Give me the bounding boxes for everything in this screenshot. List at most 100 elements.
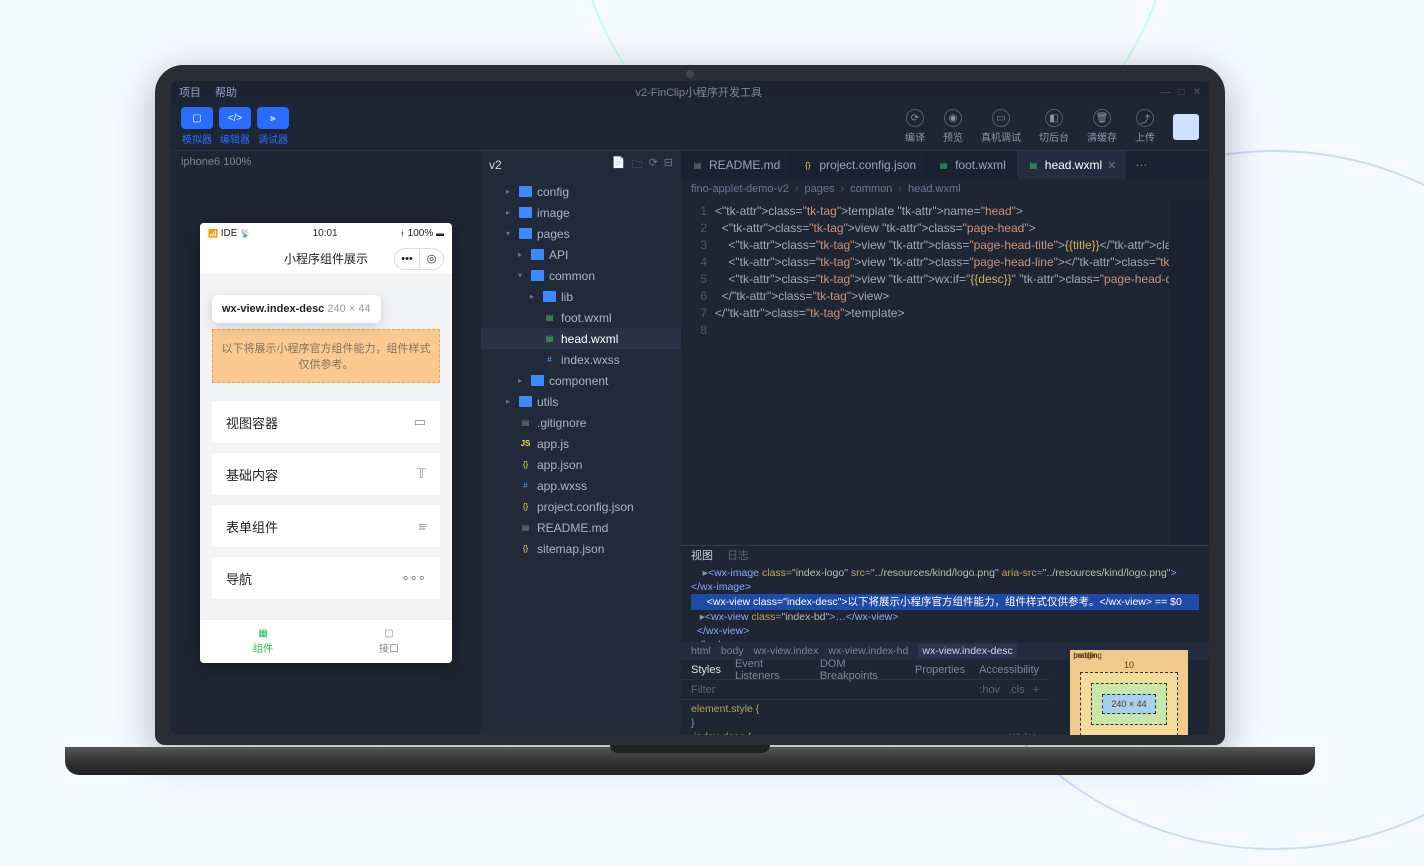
folder-node[interactable]: ▸image — [481, 202, 681, 223]
toggle-editor[interactable]: </>编辑器 — [219, 107, 251, 146]
folder-node[interactable]: ▸utils — [481, 391, 681, 412]
folder-icon — [543, 291, 556, 302]
editor-tab[interactable]: ▤head.wxml✕ — [1017, 151, 1128, 179]
new-folder-icon[interactable]: 🗀 — [632, 156, 643, 175]
file-node[interactable]: ▤README.md — [481, 517, 681, 538]
maximize-icon[interactable]: □ — [1179, 87, 1185, 98]
breadcrumb: fino-applet-demo-v2›pages›common›head.wx… — [681, 179, 1209, 199]
new-rule-button[interactable]: + — [1033, 684, 1039, 696]
toggle-simulator[interactable]: ▢模拟器 — [181, 107, 213, 146]
window-title: v2-FinClip小程序开发工具 — [251, 84, 1147, 100]
phone-tabbar: ▦组件 ▢接口 — [200, 619, 452, 663]
list-item[interactable]: 表单组件≡ — [212, 505, 440, 547]
folder-node[interactable]: ▸lib — [481, 286, 681, 307]
folder-node[interactable]: ▾pages — [481, 223, 681, 244]
item-icon: ≡ — [418, 519, 426, 534]
file-node[interactable]: ▤foot.wxml — [481, 307, 681, 328]
tabs-overflow[interactable]: ⋯ — [1127, 151, 1155, 179]
file-node[interactable]: ▤head.wxml — [481, 328, 681, 349]
file-node[interactable]: {}app.json — [481, 454, 681, 475]
md-icon: ▤ — [519, 417, 532, 428]
dom-crumb[interactable]: html — [691, 645, 711, 657]
clear-cache-button[interactable]: 🗑清缓存 — [1087, 109, 1117, 144]
styles-filter-row: Filter :hov .cls + — [681, 680, 1049, 700]
menu-help[interactable]: 帮助 — [215, 84, 237, 100]
folder-icon — [531, 249, 544, 260]
new-file-icon[interactable]: 📄 — [612, 156, 626, 175]
toolbar: ▢模拟器 </>编辑器 ⫸调试器 ⟳编译 ◉预览 ▭真机调试 ◧切后台 🗑清缓存… — [171, 103, 1209, 151]
file-node[interactable]: ▤.gitignore — [481, 412, 681, 433]
device-label[interactable]: iphone6 100% — [171, 151, 481, 173]
menu-project[interactable]: 项目 — [179, 84, 201, 100]
dom-crumb[interactable]: wx-view.index-hd — [828, 645, 908, 657]
eye-icon: ◉ — [944, 109, 962, 127]
list-item[interactable]: 导航∘∘∘ — [212, 557, 440, 599]
devtools-panel: 视图 日志 ▸<wx-image class="index-logo" src=… — [681, 545, 1209, 735]
devtools-subtab[interactable]: Properties — [915, 664, 965, 676]
camera-dot — [686, 70, 694, 78]
close-tab-icon[interactable]: ✕ — [1107, 159, 1116, 172]
folder-node[interactable]: ▾common — [481, 265, 681, 286]
breadcrumb-segment[interactable]: pages — [805, 183, 835, 195]
styles-filter-input[interactable]: Filter — [691, 684, 715, 696]
hov-toggle[interactable]: :hov — [979, 684, 1000, 696]
folder-node[interactable]: ▸API — [481, 244, 681, 265]
dom-selected-node[interactable]: <wx-view class="index-desc">以下将展示小程序官方组件… — [691, 594, 1199, 610]
list-item[interactable]: 基础内容𝕋 — [212, 453, 440, 495]
md-icon: ▤ — [691, 160, 704, 171]
breadcrumb-segment[interactable]: common — [850, 183, 892, 195]
list-item[interactable]: 视图容器▭ — [212, 401, 440, 443]
close-icon[interactable]: ✕ — [1193, 87, 1201, 98]
file-node[interactable]: {}project.config.json — [481, 496, 681, 517]
minimize-icon[interactable]: — — [1161, 87, 1171, 98]
breadcrumb-segment[interactable]: head.wxml — [908, 183, 961, 195]
file-node[interactable]: JSapp.js — [481, 433, 681, 454]
editor-tab[interactable]: ▤README.md — [681, 151, 791, 179]
upload-button[interactable]: ⤴上传 — [1135, 109, 1155, 144]
breadcrumb-segment[interactable]: fino-applet-demo-v2 — [691, 183, 789, 195]
file-node[interactable]: {}sitemap.json — [481, 538, 681, 559]
compile-button[interactable]: ⟳编译 — [905, 109, 925, 144]
tab-component[interactable]: ▦组件 — [200, 620, 326, 663]
styles-pane[interactable]: element.style { } <style>.index-desc { m… — [681, 700, 1049, 735]
item-icon: ▭ — [414, 414, 426, 430]
devtools-subtab[interactable]: Accessibility — [979, 664, 1039, 676]
folder-icon — [531, 270, 544, 281]
code-editor[interactable]: 12345678 <"tk-attr">class="tk-tag">templ… — [681, 199, 1209, 545]
refresh-icon[interactable]: ⟳ — [649, 156, 658, 175]
file-node[interactable]: #index.wxss — [481, 349, 681, 370]
wxml-icon: ▤ — [543, 333, 556, 344]
wxml-icon: ▤ — [543, 312, 556, 323]
folder-icon — [519, 186, 532, 197]
folder-node[interactable]: ▸component — [481, 370, 681, 391]
devtools-subtab[interactable]: Styles — [691, 664, 721, 676]
upload-icon: ⤴ — [1136, 109, 1154, 127]
editor-tab[interactable]: ▤foot.wxml — [927, 151, 1017, 179]
cls-toggle[interactable]: .cls — [1008, 684, 1025, 696]
devtools-subtab[interactable]: DOM Breakpoints — [820, 658, 901, 682]
editor-tab[interactable]: {}project.config.json — [791, 151, 927, 179]
devtools-subtabs: Styles Event Listeners DOM Breakpoints Prop… — [681, 660, 1049, 680]
devtools-subtab[interactable]: Event Listeners — [735, 658, 806, 682]
devtools-tab-console[interactable]: 日志 — [727, 547, 749, 563]
file-node[interactable]: #app.wxss — [481, 475, 681, 496]
minimap[interactable] — [1169, 199, 1209, 545]
devtools-tab-view[interactable]: 视图 — [691, 547, 713, 563]
background-button[interactable]: ◧切后台 — [1039, 109, 1069, 144]
dom-crumb[interactable]: body — [721, 645, 744, 657]
folder-icon — [531, 375, 544, 386]
dom-crumb[interactable]: wx-view.index-desc — [918, 644, 1016, 658]
capsule-menu[interactable]: •••◎ — [394, 248, 444, 270]
avatar[interactable] — [1173, 114, 1199, 140]
item-icon: 𝕋 — [417, 466, 426, 482]
folder-node[interactable]: ▸config — [481, 181, 681, 202]
box-model: margin 10 border padding 240 × 44 — [1049, 660, 1209, 735]
toggle-debugger[interactable]: ⫸调试器 — [257, 107, 289, 146]
background-icon: ◧ — [1045, 109, 1063, 127]
preview-button[interactable]: ◉预览 — [943, 109, 963, 144]
dom-tree[interactable]: ▸<wx-image class="index-logo" src="../re… — [681, 564, 1209, 642]
dom-crumb[interactable]: wx-view.index — [754, 645, 819, 657]
collapse-icon[interactable]: ⊟ — [664, 156, 673, 175]
remote-debug-button[interactable]: ▭真机调试 — [981, 109, 1021, 144]
tab-api[interactable]: ▢接口 — [326, 620, 452, 663]
